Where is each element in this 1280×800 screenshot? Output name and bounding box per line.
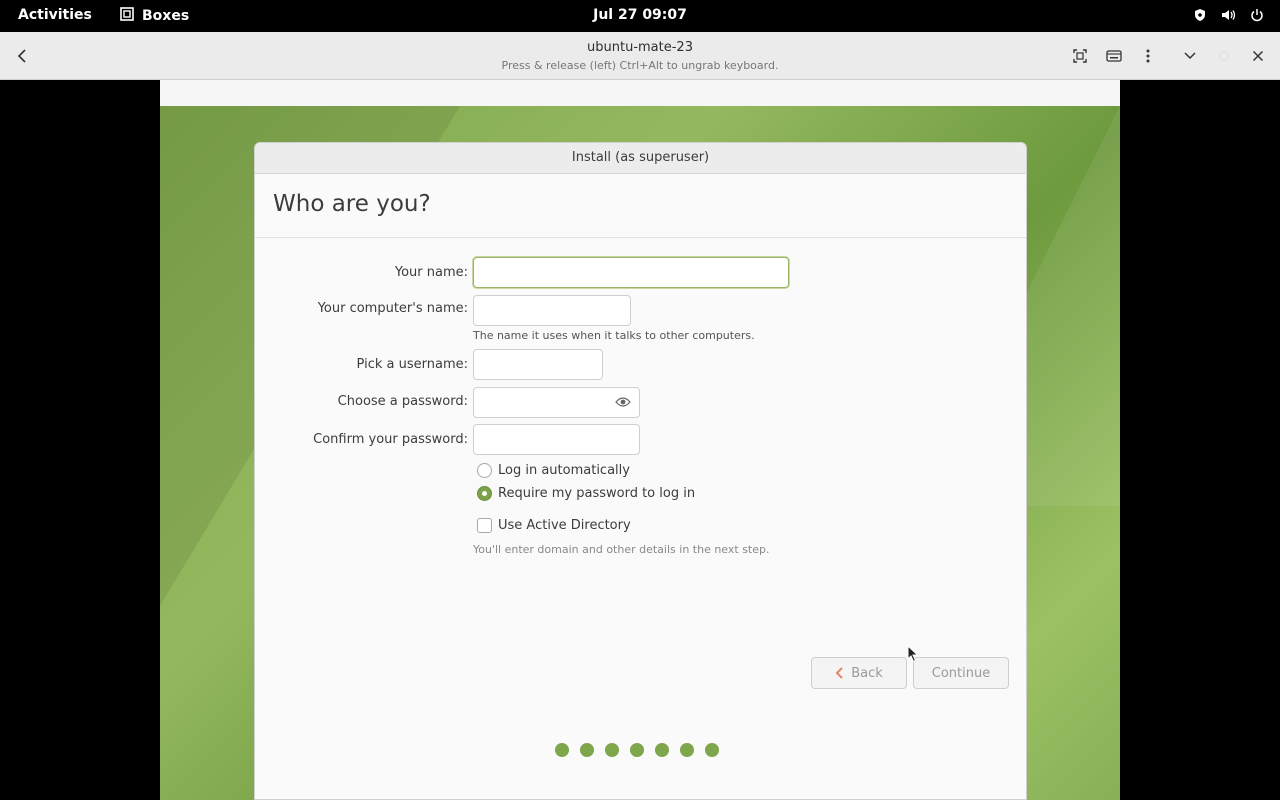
close-button[interactable] — [1246, 44, 1270, 68]
confirm-password-input[interactable] — [473, 424, 640, 455]
require-password-radio[interactable] — [477, 486, 492, 501]
clock[interactable]: Jul 27 09:07 — [593, 7, 687, 23]
maximize-icon — [1219, 51, 1229, 61]
username-label: Pick a username: — [356, 357, 468, 372]
progress-dot — [680, 743, 694, 757]
system-tray[interactable] — [1193, 8, 1264, 26]
continue-button-label: Continue — [931, 665, 991, 681]
password-label: Choose a password: — [337, 394, 468, 409]
active-directory-label: Use Active Directory — [498, 518, 631, 533]
app-menu-label: Boxes — [142, 8, 190, 24]
computer-name-input[interactable] — [473, 295, 631, 326]
continue-button[interactable]: Continue — [913, 657, 1009, 689]
vm-display[interactable]: Install (as superuser) Who are you? Your… — [160, 80, 1120, 800]
login-auto-radio[interactable] — [477, 463, 492, 478]
page-title: Who are you? — [273, 191, 431, 217]
progress-dots — [555, 743, 719, 757]
close-icon — [1252, 50, 1264, 62]
computer-name-label: Your computer's name: — [317, 301, 468, 316]
maximize-button[interactable] — [1212, 44, 1236, 68]
eye-icon — [615, 397, 631, 407]
power-icon[interactable] — [1250, 8, 1264, 26]
minimize-button[interactable] — [1178, 44, 1202, 68]
active-directory-option[interactable]: Use Active Directory — [477, 518, 631, 533]
show-password-toggle[interactable] — [614, 393, 632, 411]
login-auto-label: Log in automatically — [498, 463, 630, 478]
progress-dot — [630, 743, 644, 757]
vm-guest-top-panel — [160, 80, 1120, 106]
divider — [255, 237, 1026, 238]
back-arrow-icon — [835, 667, 843, 679]
require-password-label: Require my password to log in — [498, 486, 696, 501]
keyboard-shortcuts-button[interactable] — [1102, 44, 1126, 68]
menu-dots-icon — [1146, 49, 1150, 63]
boxes-header-bar: ubuntu-mate-23 Press & release (left) Ct… — [0, 32, 1280, 80]
shield-icon[interactable] — [1193, 8, 1207, 26]
mouse-pointer-icon — [907, 644, 919, 667]
active-directory-hint: You'll enter domain and other details in… — [473, 543, 770, 556]
fullscreen-button[interactable] — [1068, 44, 1092, 68]
progress-dot — [555, 743, 569, 757]
active-directory-checkbox[interactable] — [477, 518, 492, 533]
activities-button[interactable]: Activities — [18, 7, 92, 23]
login-auto-option[interactable]: Log in automatically — [477, 463, 630, 478]
menu-button[interactable] — [1136, 44, 1160, 68]
progress-dot — [655, 743, 669, 757]
back-button[interactable]: Back — [811, 657, 907, 689]
boxes-app-icon — [120, 7, 134, 25]
back-button[interactable] — [10, 44, 34, 68]
computer-name-hint: The name it uses when it talks to other … — [473, 329, 755, 342]
installer-title-bar[interactable]: Install (as superuser) — [255, 143, 1026, 174]
installer-window: Install (as superuser) Who are you? Your… — [254, 142, 1027, 800]
progress-dot — [580, 743, 594, 757]
username-input[interactable] — [473, 349, 603, 380]
fullscreen-icon — [1073, 49, 1087, 63]
volume-icon[interactable] — [1221, 8, 1236, 26]
keyboard-icon — [1106, 50, 1122, 62]
confirm-password-label: Confirm your password: — [313, 432, 468, 447]
your-name-input[interactable] — [473, 257, 789, 288]
progress-dot — [705, 743, 719, 757]
back-button-label: Back — [851, 665, 883, 681]
progress-dot — [605, 743, 619, 757]
app-menu-boxes[interactable]: Boxes — [120, 7, 189, 25]
chevron-left-icon — [17, 49, 26, 63]
chevron-down-icon — [1184, 52, 1196, 60]
gnome-top-bar: Activities Boxes Jul 27 09:07 — [0, 0, 1280, 32]
require-password-option[interactable]: Require my password to log in — [477, 486, 695, 501]
your-name-label: Your name: — [394, 265, 468, 280]
